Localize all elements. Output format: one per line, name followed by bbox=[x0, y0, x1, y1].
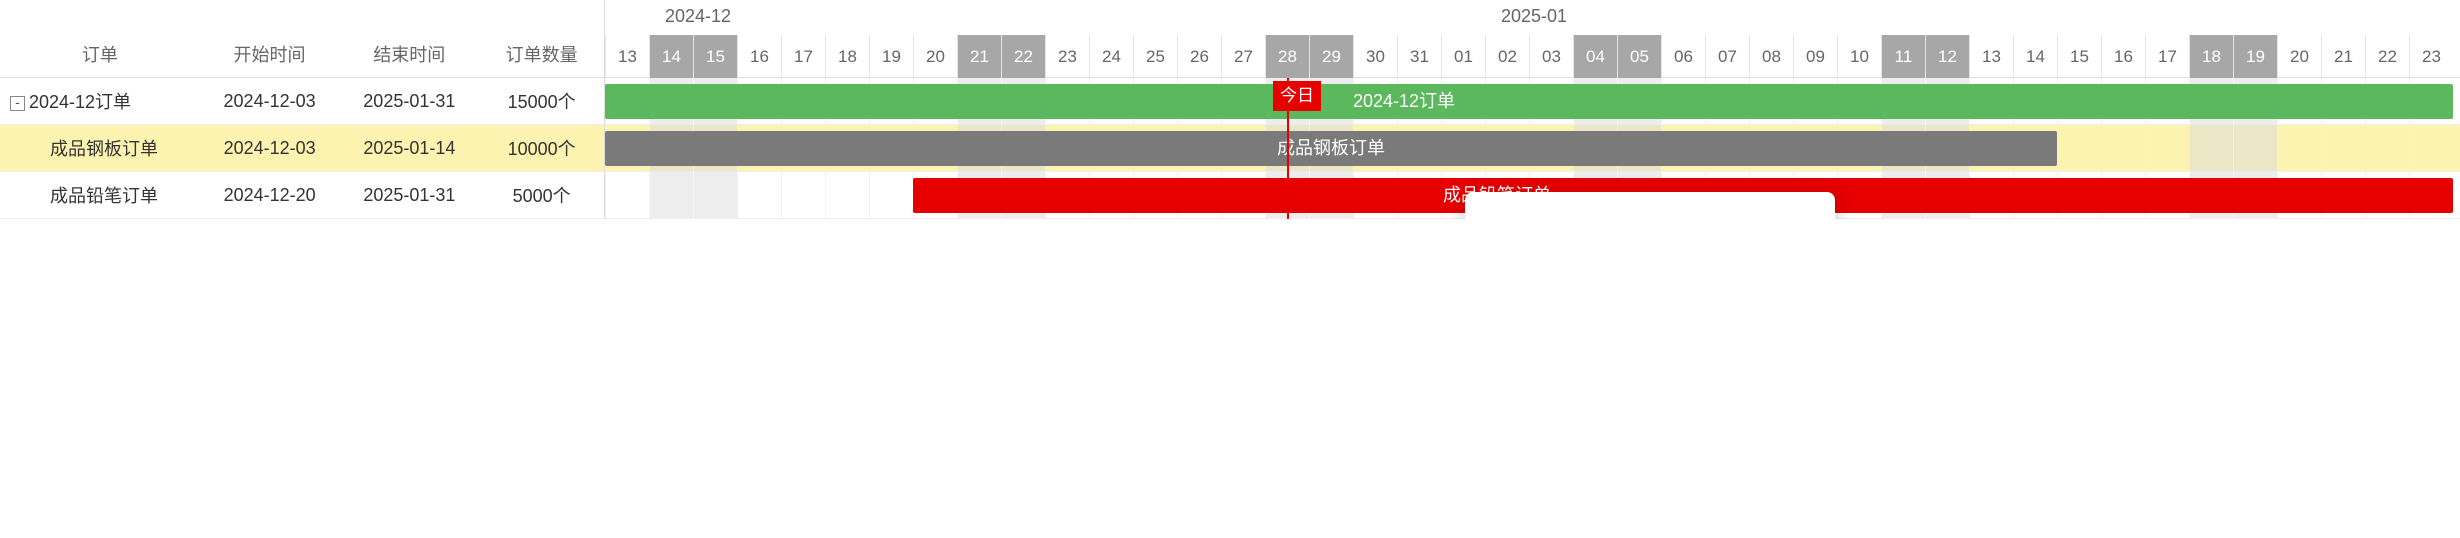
day-cell[interactable]: 18 bbox=[2189, 35, 2233, 78]
gantt-bar-label: 成品钢板订单 bbox=[1277, 138, 1385, 158]
day-cell[interactable]: 10 bbox=[1837, 35, 1881, 78]
quantity: 5000个 bbox=[479, 182, 604, 208]
day-cell[interactable]: 23 bbox=[1045, 35, 1089, 78]
quantity: 15000个 bbox=[479, 88, 604, 114]
start-date: 2024-12-03 bbox=[200, 138, 340, 159]
tooltip-title: 成品钢板订单 bbox=[1489, 212, 1811, 219]
month-label-1: 2024-12 bbox=[605, 0, 1441, 35]
day-cell[interactable]: 14 bbox=[2013, 35, 2057, 78]
month-label-2: 2025-01 bbox=[1441, 0, 2453, 35]
day-cell[interactable]: 19 bbox=[869, 35, 913, 78]
day-cell[interactable]: 15 bbox=[693, 35, 737, 78]
day-cell[interactable]: 06 bbox=[1661, 35, 1705, 78]
day-cell[interactable]: 16 bbox=[2101, 35, 2145, 78]
day-cell[interactable]: 16 bbox=[737, 35, 781, 78]
start-date: 2024-12-03 bbox=[200, 91, 340, 112]
day-cell[interactable]: 25 bbox=[1133, 35, 1177, 78]
day-cell[interactable]: 28 bbox=[1265, 35, 1309, 78]
header-end: 结束时间 bbox=[339, 41, 479, 67]
header-start: 开始时间 bbox=[200, 41, 340, 67]
day-cell[interactable]: 20 bbox=[913, 35, 957, 78]
day-cell[interactable]: 11 bbox=[1881, 35, 1925, 78]
day-cell[interactable]: 23 bbox=[2409, 35, 2453, 78]
day-cell[interactable]: 04 bbox=[1573, 35, 1617, 78]
order-name: 成品钢板订单 bbox=[50, 139, 158, 159]
header-order: 订单 bbox=[0, 41, 200, 67]
day-cell[interactable]: 01 bbox=[1441, 35, 1485, 78]
order-name: 2024-12订单 bbox=[29, 92, 131, 112]
tooltip: 成品钢板订单 计划开始 : 2024-12-03 计划结束 : 2025-01-… bbox=[1465, 192, 1835, 219]
day-cell[interactable]: 13 bbox=[1969, 35, 2013, 78]
day-cell[interactable]: 05 bbox=[1617, 35, 1661, 78]
timeline-header: 2024-12 2025-01 131415161718192021222324… bbox=[605, 0, 2460, 78]
gantt-bar[interactable]: 成品钢板订单 bbox=[605, 131, 2057, 166]
table-row[interactable]: -2024-12订单 2024-12-032025-01-3115000个 bbox=[0, 78, 604, 125]
day-cell[interactable]: 29 bbox=[1309, 35, 1353, 78]
end-date: 2025-01-31 bbox=[339, 91, 479, 112]
day-cell[interactable]: 02 bbox=[1485, 35, 1529, 78]
day-cell[interactable]: 21 bbox=[2321, 35, 2365, 78]
day-cell[interactable]: 22 bbox=[1001, 35, 1045, 78]
end-date: 2025-01-31 bbox=[339, 185, 479, 206]
day-cell[interactable]: 21 bbox=[957, 35, 1001, 78]
day-cell[interactable]: 12 bbox=[1925, 35, 1969, 78]
table-row[interactable]: 成品钢板订单 2024-12-032025-01-1410000个 bbox=[0, 125, 604, 172]
collapse-icon[interactable]: - bbox=[10, 96, 25, 111]
day-cell[interactable]: 18 bbox=[825, 35, 869, 78]
quantity: 10000个 bbox=[479, 135, 604, 161]
timeline-row: 成品钢板订单 bbox=[605, 125, 2460, 172]
day-cell[interactable]: 13 bbox=[605, 35, 649, 78]
day-cell[interactable]: 31 bbox=[1397, 35, 1441, 78]
start-date: 2024-12-20 bbox=[200, 185, 340, 206]
end-date: 2025-01-14 bbox=[339, 138, 479, 159]
day-cell[interactable]: 22 bbox=[2365, 35, 2409, 78]
order-name: 成品铅笔订单 bbox=[50, 186, 158, 206]
day-cell[interactable]: 09 bbox=[1793, 35, 1837, 78]
day-cell[interactable]: 03 bbox=[1529, 35, 1573, 78]
day-cell[interactable]: 14 bbox=[649, 35, 693, 78]
day-cell[interactable]: 08 bbox=[1749, 35, 1793, 78]
day-cell[interactable]: 26 bbox=[1177, 35, 1221, 78]
day-cell[interactable]: 19 bbox=[2233, 35, 2277, 78]
table-header: 订单 开始时间 结束时间 订单数量 bbox=[0, 0, 604, 78]
timeline-row: 2024-12订单 bbox=[605, 78, 2460, 125]
gantt-bar-label: 2024-12订单 bbox=[1353, 84, 1455, 119]
today-label: 今日 bbox=[1273, 81, 1321, 111]
table-row[interactable]: 成品铅笔订单 2024-12-202025-01-315000个 bbox=[0, 172, 604, 219]
day-cell[interactable]: 15 bbox=[2057, 35, 2101, 78]
day-cell[interactable]: 27 bbox=[1221, 35, 1265, 78]
gantt-bar[interactable]: 2024-12订单 bbox=[605, 84, 2453, 119]
header-qty: 订单数量 bbox=[479, 41, 604, 67]
day-cell[interactable]: 07 bbox=[1705, 35, 1749, 78]
day-cell[interactable]: 20 bbox=[2277, 35, 2321, 78]
day-cell[interactable]: 17 bbox=[2145, 35, 2189, 78]
day-cell[interactable]: 17 bbox=[781, 35, 825, 78]
day-cell[interactable]: 30 bbox=[1353, 35, 1397, 78]
day-cell[interactable]: 24 bbox=[1089, 35, 1133, 78]
